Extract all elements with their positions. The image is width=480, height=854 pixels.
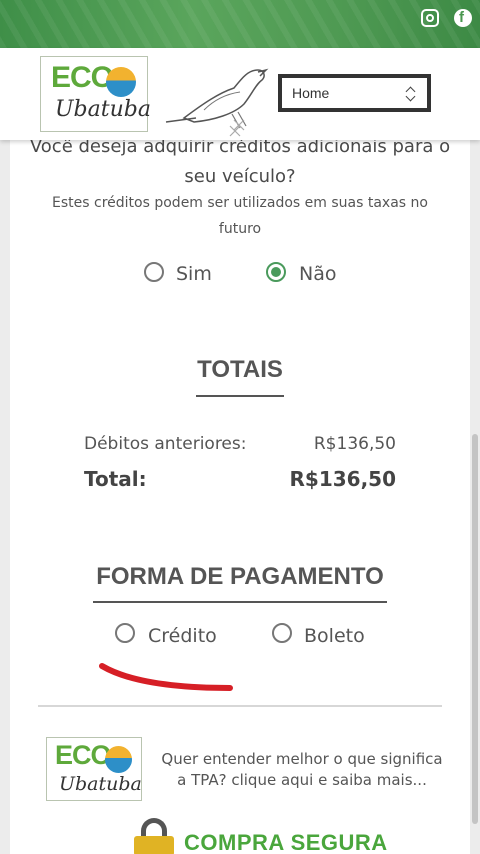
footer-logo-eco-text: ECO [55,740,112,770]
site-header: ECO Ubatuba Home [0,48,480,140]
instagram-icon[interactable] [421,9,439,27]
bird-illustration-icon [165,68,269,137]
eco-ubatuba-logo[interactable]: ECO Ubatuba [40,56,151,132]
section-divider [38,705,442,707]
totals-underline [196,395,284,397]
facebook-icon[interactable]: f [454,9,472,27]
radio-boleto[interactable] [272,623,292,643]
red-annotation-mark [99,663,233,691]
tpa-line1: Quer entender melhor o que significa [161,750,443,768]
radio-credito[interactable] [115,623,135,643]
padlock-icon [134,818,174,854]
footer-eco-ubatuba-logo[interactable]: ECO Ubatuba [46,737,142,801]
debits-value: R$136,50 [313,434,396,454]
secure-purchase-label: COMPRA SEGURA [184,830,388,854]
credits-subtext-line2: futuro [218,221,262,237]
radio-boleto-label[interactable]: Boleto [304,625,365,647]
debits-label: Débitos anteriores: [84,434,247,454]
scrollbar[interactable] [472,434,478,824]
payment-heading: FORMA DE PAGAMENTO [96,563,384,590]
logo-eco-text: ECO [51,61,114,94]
sun-icon [106,67,136,97]
nav-select-value: Home [292,85,330,101]
credits-question-line2: seu veículo? [184,166,296,187]
totals-heading: TOTAIS [197,356,283,383]
tpa-info-link[interactable]: Quer entender melhor o que significa a T… [156,749,448,791]
radio-credito-label[interactable]: Crédito [148,625,217,647]
chevron-updown-icon [405,85,417,101]
nav-select[interactable]: Home [278,74,431,112]
footer-logo-city-text: Ubatuba [59,773,142,795]
tpa-line2: a TPA? clique aqui e saiba mais... [177,771,427,789]
credits-subtext-line1: Estes créditos podem ser utilizados em s… [52,195,428,211]
payment-underline [93,601,387,603]
total-value: R$136,50 [289,467,397,491]
radio-sim[interactable] [144,262,164,282]
radio-nao-label[interactable]: Não [299,263,336,285]
radio-sim-label[interactable]: Sim [176,263,212,285]
logo-city-text: Ubatuba [55,97,151,122]
footer-sun-icon [105,746,132,773]
total-label: Total: [84,467,147,491]
radio-nao[interactable] [266,262,286,282]
top-social-bar: f [0,0,480,48]
